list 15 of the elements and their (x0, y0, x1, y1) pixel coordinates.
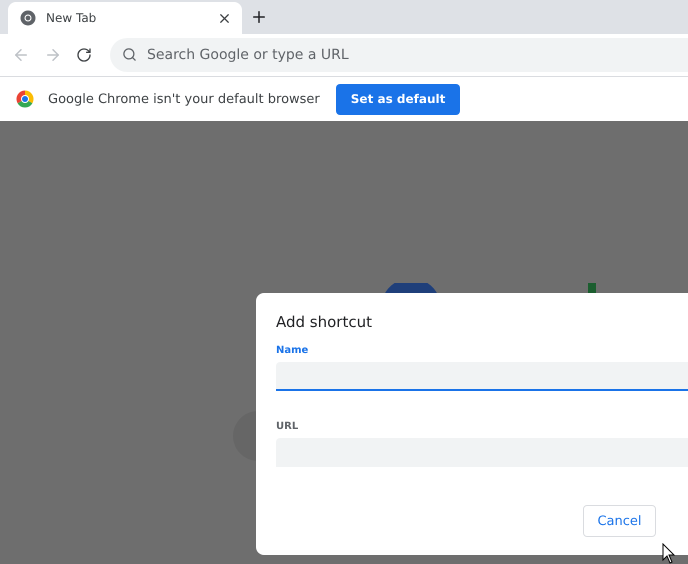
field-label: URL (276, 421, 300, 432)
plus-icon[interactable] (250, 8, 268, 26)
set-default-button[interactable]: Set as default (336, 84, 460, 114)
field-label: Name (276, 345, 310, 356)
browser-tab[interactable]: New Tab (8, 2, 242, 34)
cancel-button[interactable]: Cancel (583, 505, 656, 537)
tab-title: New Tab (46, 11, 98, 25)
chrome-logo-icon (20, 10, 36, 26)
reload-icon[interactable] (76, 47, 92, 63)
search-icon (122, 47, 137, 62)
input-field[interactable] (276, 362, 688, 391)
dialog-title: Add shortcut (276, 313, 373, 331)
chrome-logo-icon (16, 90, 34, 108)
default-browser-message: Google Chrome isn't your default browser (48, 92, 320, 106)
address-field[interactable]: Search Google or type a URL (110, 38, 688, 72)
